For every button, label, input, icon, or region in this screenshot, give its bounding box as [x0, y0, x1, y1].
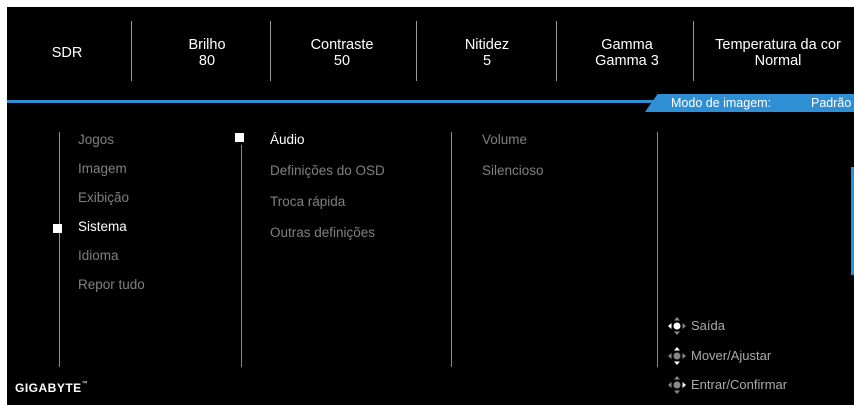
gamma-value: Gamma 3 [595, 53, 659, 69]
color-temp-status: Temperatura da cor Normal [703, 7, 853, 99]
column-line-options [451, 132, 452, 367]
gamma-status: Gamma Gamma 3 [577, 7, 677, 99]
menu-item-games[interactable]: Jogos [78, 132, 114, 148]
contrast-status: Contraste 50 [292, 7, 392, 99]
submenu-item-other-settings[interactable]: Outras definições [270, 225, 375, 241]
hint-exit: Saída [667, 316, 725, 336]
sharpness-label: Nitidez [464, 37, 510, 53]
hint-move-adjust: Mover/Ajustar [667, 346, 771, 366]
column-line-sub [241, 145, 242, 367]
divider [693, 21, 694, 81]
selection-marker [53, 224, 62, 233]
picture-mode-value: Padrão [811, 96, 852, 110]
option-mute[interactable]: Silencioso [482, 163, 544, 179]
column-line-hints [657, 132, 658, 367]
gigabyte-logo: GIGABYTE™ [15, 381, 88, 395]
hint-enter-confirm: Entrar/Confirmar [667, 375, 787, 395]
column-line-main [59, 132, 60, 367]
menu-item-language[interactable]: Idioma [78, 248, 119, 264]
menu-item-reset-all[interactable]: Repor tudo [78, 277, 145, 293]
contrast-label: Contraste [310, 37, 374, 53]
sharpness-value: 5 [482, 53, 492, 69]
picture-mode-label: Modo de imagem: [671, 96, 772, 110]
submenu-item-audio[interactable]: Áudio [270, 132, 305, 148]
divider [416, 21, 417, 81]
contrast-value: 50 [333, 53, 351, 69]
joystick-left-icon [668, 317, 686, 335]
sdr-indicator: SDR [27, 7, 107, 99]
menu-item-picture[interactable]: Imagem [78, 161, 127, 177]
sdr-label: SDR [51, 45, 83, 61]
sharpness-status: Nitidez 5 [437, 7, 537, 99]
color-temp-label: Temperatura da cor [715, 37, 841, 53]
hint-enter-confirm-label: Entrar/Confirmar [691, 377, 788, 392]
color-temp-value: Normal [754, 53, 802, 69]
brightness-status: Brilho 80 [157, 7, 257, 99]
status-bar: SDR Brilho 80 Contraste 50 Nitidez 5 Gam… [7, 7, 854, 99]
menu-item-system[interactable]: Sistema [78, 219, 127, 235]
divider [270, 21, 271, 81]
submenu-item-quick-switch[interactable]: Troca rápida [270, 194, 345, 210]
joystick-updown-icon [668, 347, 686, 365]
brightness-value: 80 [198, 53, 216, 69]
brightness-label: Brilho [188, 37, 226, 53]
joystick-center-icon [668, 376, 686, 394]
selection-marker [235, 133, 244, 142]
logo-trademark: ™ [81, 381, 89, 387]
gamma-label: Gamma [601, 37, 653, 53]
logo-text: GIGABYTE [15, 381, 82, 395]
divider [131, 21, 132, 81]
menu-item-display[interactable]: Exibição [78, 190, 129, 206]
hint-move-adjust-label: Mover/Ajustar [691, 348, 772, 363]
option-volume[interactable]: Volume [482, 132, 527, 148]
osd-window: SDR Brilho 80 Contraste 50 Nitidez 5 Gam… [7, 7, 854, 405]
divider [556, 21, 557, 81]
submenu-item-osd-settings[interactable]: Definições do OSD [270, 163, 385, 179]
hint-exit-label: Saída [691, 318, 725, 333]
